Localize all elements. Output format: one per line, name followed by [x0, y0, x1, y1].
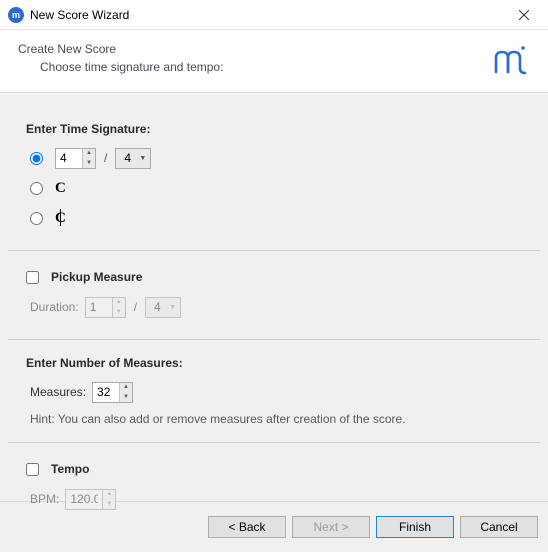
- slash-label: /: [102, 151, 109, 165]
- measures-input[interactable]: [93, 383, 119, 402]
- time-signature-cut-radio[interactable]: [30, 212, 43, 225]
- cut-time-icon: C: [55, 210, 69, 227]
- pickup-duration-label: Duration:: [30, 300, 79, 314]
- spinner-down-icon[interactable]: ▼: [83, 158, 95, 168]
- back-button[interactable]: < Back: [208, 516, 286, 538]
- time-signature-cut-row: C: [30, 206, 522, 230]
- finish-button[interactable]: Finish: [376, 516, 454, 538]
- cancel-button[interactable]: Cancel: [460, 516, 538, 538]
- title-bar: m New Score Wizard: [0, 0, 548, 30]
- time-signature-denominator-dropdown[interactable]: 4 ▼: [115, 148, 151, 169]
- time-signature-custom-radio[interactable]: [30, 152, 43, 165]
- pickup-measure-label: Pickup Measure: [51, 270, 142, 284]
- chevron-down-icon: ▼: [139, 155, 146, 162]
- dropdown-value: 4: [124, 151, 131, 165]
- tempo-label: Tempo: [51, 462, 89, 476]
- spinner-up-icon[interactable]: ▲: [83, 149, 95, 159]
- measures-field-label: Measures:: [30, 385, 86, 399]
- close-button[interactable]: [502, 0, 546, 30]
- common-time-icon: C: [55, 180, 69, 197]
- spinner-down-icon: ▼: [103, 499, 115, 509]
- wizard-content: Enter Time Signature: ▲▼ / 4 ▼ C C Picku…: [0, 93, 548, 501]
- pickup-numerator-spinner: ▲▼: [85, 297, 126, 318]
- measures-label: Enter Number of Measures:: [26, 356, 522, 370]
- pickup-denominator-dropdown: 4 ▼: [145, 297, 181, 318]
- close-icon: [519, 10, 529, 20]
- header-title: Create New Score: [18, 42, 490, 56]
- time-signature-common-row: C: [30, 176, 522, 200]
- slash-label: /: [132, 300, 139, 314]
- pickup-panel: Pickup Measure Duration: ▲▼ / 4 ▼: [8, 251, 540, 340]
- bpm-spinner: ▲▼: [65, 489, 116, 510]
- time-signature-numerator-input[interactable]: [56, 149, 82, 168]
- bpm-input: [66, 490, 102, 509]
- app-icon: m: [8, 7, 24, 23]
- wizard-header: Create New Score Choose time signature a…: [0, 30, 548, 93]
- window-title: New Score Wizard: [30, 8, 502, 22]
- spinner-up-icon: ▲: [113, 298, 125, 308]
- dropdown-value: 4: [154, 300, 161, 314]
- next-button[interactable]: Next >: [292, 516, 370, 538]
- spinner-down-icon[interactable]: ▼: [120, 392, 132, 402]
- pickup-measure-checkbox[interactable]: [26, 271, 39, 284]
- measures-spinner[interactable]: ▲▼: [92, 382, 133, 403]
- bpm-label: BPM:: [30, 492, 59, 506]
- time-signature-label: Enter Time Signature:: [26, 122, 522, 136]
- measures-hint: Hint: You can also add or remove measure…: [30, 412, 522, 426]
- spinner-up-icon[interactable]: ▲: [120, 383, 132, 393]
- header-subtitle: Choose time signature and tempo:: [18, 60, 490, 74]
- tempo-checkbox[interactable]: [26, 463, 39, 476]
- chevron-down-icon: ▼: [169, 304, 176, 311]
- musescore-logo-icon: [490, 42, 530, 78]
- pickup-numerator-input: [86, 298, 112, 317]
- measures-panel: Enter Number of Measures: Measures: ▲▼ H…: [8, 340, 540, 443]
- time-signature-panel: Enter Time Signature: ▲▼ / 4 ▼ C C: [8, 106, 540, 251]
- spinner-down-icon: ▼: [113, 307, 125, 317]
- time-signature-common-radio[interactable]: [30, 182, 43, 195]
- time-signature-numerator-spinner[interactable]: ▲▼: [55, 148, 96, 169]
- time-signature-custom-row: ▲▼ / 4 ▼: [30, 146, 522, 170]
- spinner-up-icon: ▲: [103, 490, 115, 500]
